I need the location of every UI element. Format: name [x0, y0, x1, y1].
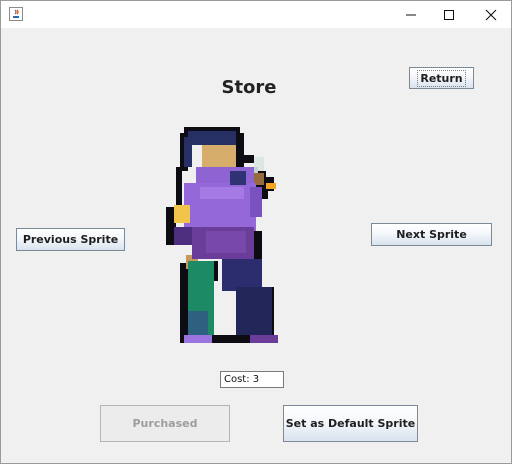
java-icon: [9, 7, 23, 21]
next-sprite-button[interactable]: Next Sprite: [371, 223, 492, 246]
title-bar[interactable]: [1, 1, 511, 28]
character-sprite: [166, 127, 278, 343]
previous-sprite-button[interactable]: Previous Sprite: [16, 228, 125, 251]
close-button[interactable]: [471, 1, 511, 28]
purchased-button[interactable]: Purchased: [100, 405, 230, 442]
cost-field: Cost: 3: [220, 371, 284, 388]
maximize-icon: [444, 9, 454, 20]
return-button[interactable]: Return: [409, 67, 474, 89]
next-sprite-label: Next Sprite: [396, 228, 467, 241]
store-title: Store: [221, 77, 277, 98]
minimize-button[interactable]: [391, 1, 431, 28]
set-default-sprite-label: Set as Default Sprite: [285, 417, 416, 430]
return-label: Return: [417, 69, 466, 87]
close-icon: [485, 9, 497, 20]
purchased-label: Purchased: [132, 417, 198, 430]
previous-sprite-label: Previous Sprite: [22, 233, 119, 246]
set-default-sprite-button[interactable]: Set as Default Sprite: [283, 405, 418, 442]
maximize-button[interactable]: [429, 1, 469, 28]
minimize-icon: [406, 14, 416, 15]
store-window: Store Return Previous Sprite Next Sprite: [0, 0, 512, 464]
